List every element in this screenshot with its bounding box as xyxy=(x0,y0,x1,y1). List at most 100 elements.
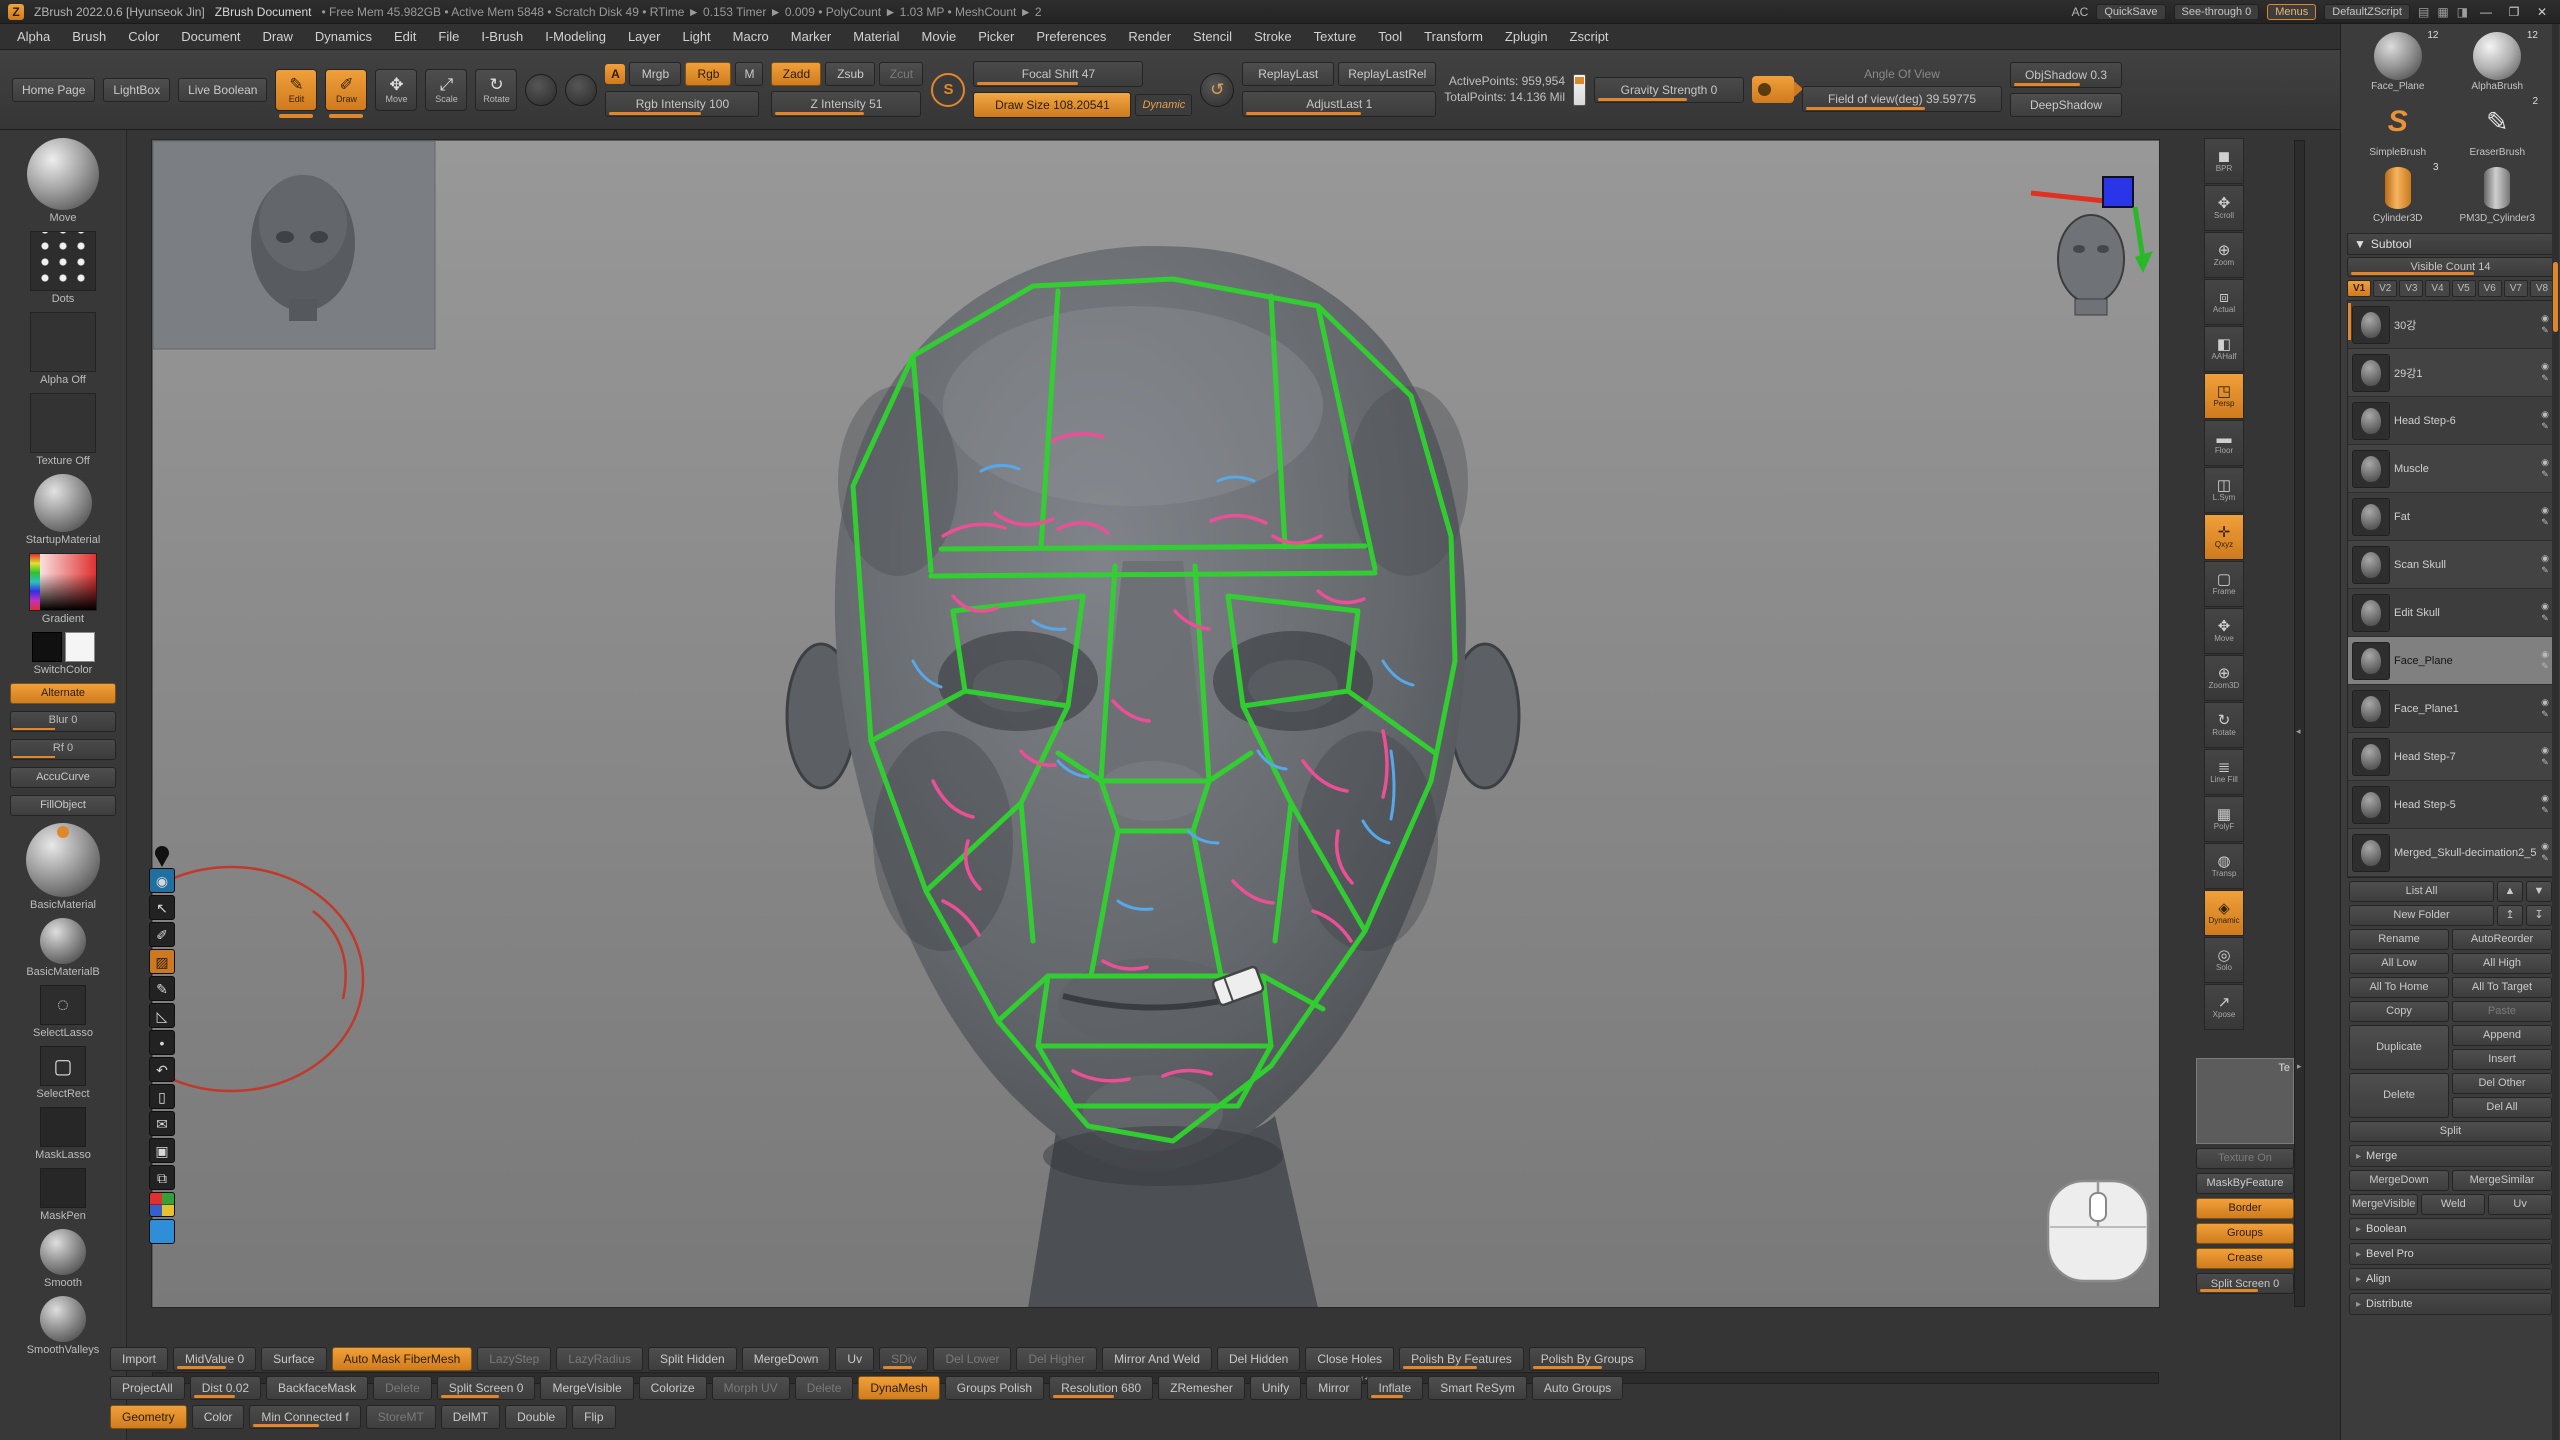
left-shelf-item[interactable]: BasicMaterial xyxy=(0,823,126,911)
menu-item[interactable]: Marker xyxy=(780,29,842,44)
edit-button[interactable]: ✎ Edit xyxy=(275,69,317,111)
tool-thumbnail[interactable]: 12 AlphaBrush xyxy=(2449,30,2547,94)
dynamic-toggle[interactable]: Dynamic xyxy=(1135,94,1192,116)
left-shelf-item[interactable]: MaskLasso xyxy=(0,1107,126,1161)
left-shelf-thumbnail[interactable] xyxy=(29,553,97,611)
bottom-button[interactable]: Resolution 680 xyxy=(1049,1376,1153,1400)
replay-icon[interactable]: ↺ xyxy=(1200,73,1234,107)
right-shelf-button[interactable]: ✛ Qxyz xyxy=(2204,514,2244,560)
bottom-button[interactable]: Mirror And Weld xyxy=(1102,1347,1212,1371)
camera-icon[interactable] xyxy=(1752,76,1794,103)
left-shelf-item[interactable]: SelectRect xyxy=(0,1046,126,1100)
subtool-toggles[interactable]: ◉ ✎ xyxy=(2541,697,2549,720)
distribute-section[interactable]: ▸ Distribute xyxy=(2349,1293,2552,1315)
eye-icon[interactable]: ◉ xyxy=(149,868,175,893)
left-shelf-thumbnail[interactable] xyxy=(30,231,96,291)
menu-item[interactable]: Edit xyxy=(383,29,427,44)
left-shelf-thumbnail[interactable] xyxy=(40,1107,86,1147)
bottom-button[interactable]: MidValue 0 xyxy=(173,1347,256,1371)
pen-strike-icon[interactable]: ✐ xyxy=(149,922,175,947)
move-up-icon[interactable]: ▲ xyxy=(2497,881,2523,902)
subtool-item[interactable]: 29강1 ◉ ✎ xyxy=(2348,349,2553,397)
scale-button[interactable]: ⤢ Scale xyxy=(425,69,467,111)
tool-thumbnail[interactable]: SimpleBrush xyxy=(2349,96,2447,160)
divider-expand-icon[interactable]: ▸ xyxy=(2297,1061,2302,1072)
right-shelf-button[interactable]: ◈ Dynamic xyxy=(2204,890,2244,936)
default-zscript-button[interactable]: DefaultZScript xyxy=(2324,4,2410,20)
tool-thumbnail[interactable]: 2 EraserBrush xyxy=(2449,96,2547,160)
menu-item[interactable]: Stencil xyxy=(1182,29,1243,44)
move-down-icon[interactable]: ▼ xyxy=(2526,881,2552,902)
right-shelf-button[interactable]: ⧈ Actual xyxy=(2204,279,2244,325)
version-tab[interactable]: V2 xyxy=(2373,280,2397,297)
left-shelf-thumbnail[interactable] xyxy=(40,1296,86,1342)
menu-item[interactable]: Picker xyxy=(967,29,1025,44)
subtool-item[interactable]: Head Step-7 ◉ ✎ xyxy=(2348,733,2553,781)
divider-icon[interactable]: ◨ xyxy=(2457,5,2468,19)
bottom-button[interactable]: DynaMesh xyxy=(858,1376,939,1400)
ruler-icon[interactable]: ◺ xyxy=(149,1003,175,1028)
right-shelf-button[interactable]: ▢ Frame xyxy=(2204,561,2244,607)
replay-last-rel-button[interactable]: ReplayLastRel xyxy=(1338,62,1436,86)
right-shelf-button[interactable]: ⊕ Zoom3D xyxy=(2204,655,2244,701)
menu-item[interactable]: Zscript xyxy=(1559,29,1620,44)
merge-section[interactable]: ▸ Merge xyxy=(2349,1145,2552,1167)
new-folder-button[interactable]: New Folder xyxy=(2349,905,2494,926)
right-shelf-button[interactable]: ◧ AAHalf xyxy=(2204,326,2244,372)
home-page-button[interactable]: Home Page xyxy=(12,78,95,102)
visible-count-slider[interactable]: Visible Count 14 xyxy=(2347,257,2554,277)
all-low-button[interactable]: All Low xyxy=(2349,953,2449,974)
point-icon[interactable]: • xyxy=(149,1030,175,1055)
menus-button[interactable]: Menus xyxy=(2267,4,2316,20)
subtool-item[interactable]: Face_Plane ◉ ✎ xyxy=(2348,637,2553,685)
lightbox-button[interactable]: LightBox xyxy=(103,78,170,102)
del-other-button[interactable]: Del Other xyxy=(2452,1073,2552,1094)
version-tab[interactable]: V4 xyxy=(2425,280,2449,297)
tool-thumbnail[interactable]: 12 Face_Plane xyxy=(2349,30,2447,94)
subtool-item[interactable]: Fat ◉ ✎ xyxy=(2348,493,2553,541)
left-shelf-item[interactable]: Gradient xyxy=(0,553,126,625)
delete-button[interactable]: Delete xyxy=(2349,1073,2449,1118)
subtool-toggles[interactable]: ◉ ✎ xyxy=(2541,313,2549,336)
subtool-toggles[interactable]: ◉ ✎ xyxy=(2541,745,2549,768)
quicksave-button[interactable]: QuickSave xyxy=(2096,4,2165,20)
menu-item[interactable]: Transform xyxy=(1413,29,1494,44)
menu-item[interactable]: Dynamics xyxy=(304,29,383,44)
menu-item[interactable]: Document xyxy=(170,29,251,44)
subtool-toggles[interactable]: ◉ ✎ xyxy=(2541,649,2549,672)
bottom-button[interactable]: BackfaceMask xyxy=(266,1376,368,1400)
divider-collapse-icon[interactable]: ◂ xyxy=(2296,726,2301,737)
right-shelf-button[interactable]: ▬ Floor xyxy=(2204,420,2244,466)
left-shelf-thumbnail[interactable] xyxy=(40,1168,86,1208)
right-shelf-button[interactable]: ⊕ Zoom xyxy=(2204,232,2244,278)
left-shelf-item[interactable]: MaskPen xyxy=(0,1168,126,1222)
anchor-badge[interactable]: A xyxy=(605,64,625,84)
version-tab[interactable]: V7 xyxy=(2504,280,2528,297)
subtool-toggles[interactable]: ◉ ✎ xyxy=(2541,553,2549,576)
right-shelf-button[interactable]: ◍ Transp xyxy=(2204,843,2244,889)
bottom-button[interactable]: Close Holes xyxy=(1305,1347,1394,1371)
all-to-home-button[interactable]: All To Home xyxy=(2349,977,2449,998)
subtool-toggles[interactable]: ◉ ✎ xyxy=(2541,409,2549,432)
panel-scrollbar[interactable] xyxy=(2552,24,2559,1440)
subtool-item[interactable]: Muscle ◉ ✎ xyxy=(2348,445,2553,493)
palette-icon[interactable] xyxy=(149,1192,175,1217)
bottom-button[interactable]: Split Hidden xyxy=(648,1347,737,1371)
right-shelf-button[interactable]: ◎ Solo xyxy=(2204,937,2244,983)
image-icon[interactable]: ▣ xyxy=(149,1138,175,1163)
m-button[interactable]: M xyxy=(735,62,763,86)
obj-shadow-slider[interactable]: ObjShadow 0.3 xyxy=(2010,62,2122,88)
clipboard-icon[interactable]: ⧉ xyxy=(149,1165,175,1190)
draw-button[interactable]: ✐ Draw xyxy=(325,69,367,111)
right-shelf-button[interactable]: ↗ Xpose xyxy=(2204,984,2244,1030)
tool-thumbnail[interactable]: PM3D_Cylinder3 xyxy=(2449,162,2547,226)
del-all-button[interactable]: Del All xyxy=(2452,1097,2552,1118)
right-shelf-button[interactable]: ✥ Move xyxy=(2204,608,2244,654)
bottom-button[interactable]: DelMT xyxy=(441,1405,500,1429)
crease-button[interactable]: Crease xyxy=(2196,1248,2294,1269)
menu-item[interactable]: I-Modeling xyxy=(534,29,617,44)
groups-button[interactable]: Groups xyxy=(2196,1223,2294,1244)
menu-item[interactable]: Light xyxy=(671,29,721,44)
right-shelf-button[interactable]: ◫ L.Sym xyxy=(2204,467,2244,513)
texture-preview[interactable]: Te xyxy=(2196,1058,2294,1144)
